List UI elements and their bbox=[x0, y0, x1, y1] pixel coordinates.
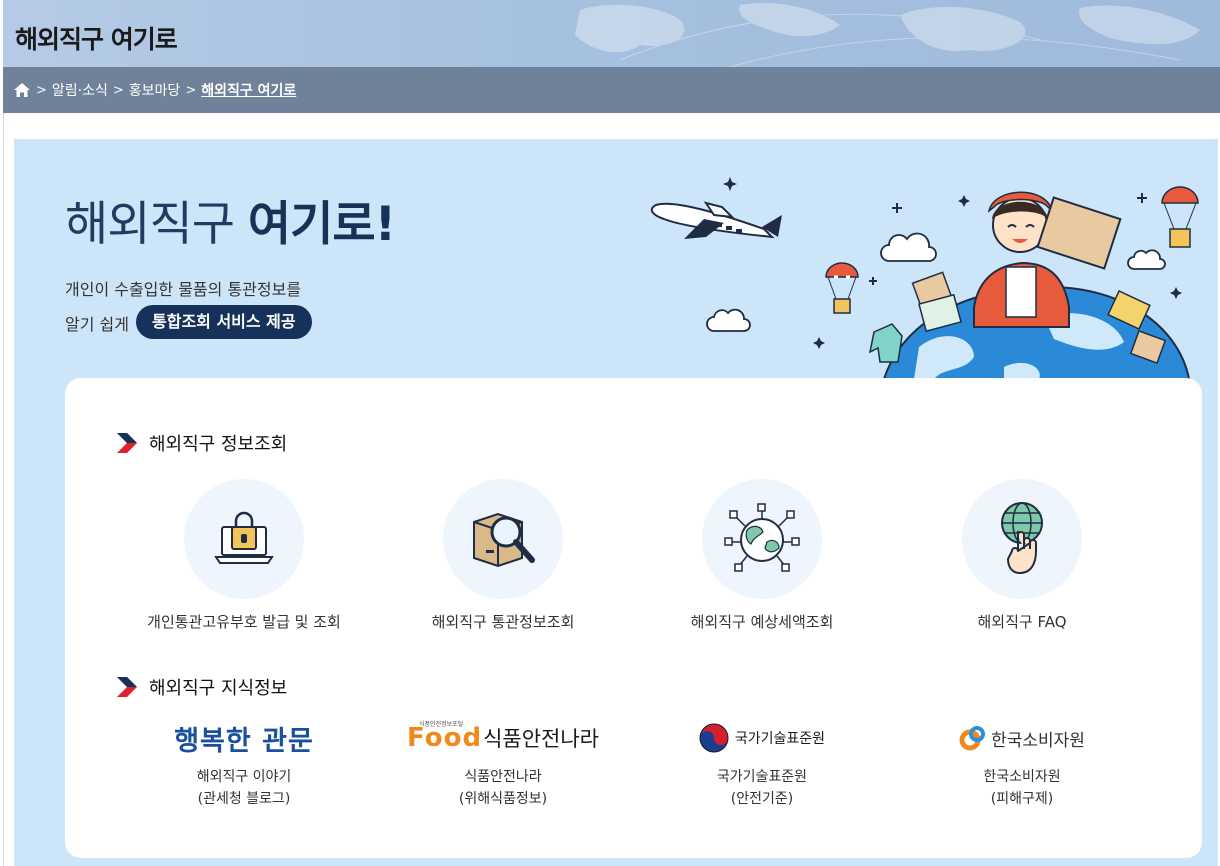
knowledge-label-line1: 해외직구 이야기 bbox=[196, 769, 292, 785]
knowledge-label[interactable]: 해외직구 이야기 (관세청 블로그) bbox=[129, 766, 359, 810]
airplane-icon bbox=[650, 201, 782, 239]
hero-title-main: 해외직구 bbox=[65, 197, 235, 252]
knowledge-label[interactable]: 한국소비자원 (피해구제) bbox=[907, 766, 1137, 810]
service-item-faq[interactable]: 해외직구 FAQ bbox=[907, 479, 1137, 632]
knowledge-label-line2: (안전기준) bbox=[730, 791, 794, 807]
breadcrumb-item-promotion[interactable]: 홍보마당 bbox=[129, 80, 181, 100]
service-label[interactable]: 해외직구 예상세액조회 bbox=[647, 611, 877, 632]
knowledge-label-line1: 한국소비자원 bbox=[983, 769, 1061, 785]
food-safety-logo[interactable]: 식품안전정보포털 Food 식품안전나라 bbox=[388, 720, 618, 756]
knowledge-label-line2: (관세청 블로그) bbox=[197, 791, 291, 807]
knowledge-label-line2: (피해구제) bbox=[990, 791, 1054, 807]
hero-title: 해외직구 여기로! bbox=[65, 185, 396, 254]
section-title-info-lookup: 해외직구 정보조회 bbox=[149, 434, 288, 455]
logo-text: 행복한 관문 bbox=[174, 725, 314, 757]
service-card: 해외직구 정보조회 개인통관고유부호 발급 및 조회 해외직구 통관정보조회 해… bbox=[65, 378, 1202, 858]
section-header-knowledge: 해외직구 지식정보 bbox=[115, 674, 287, 700]
knowledge-label[interactable]: 국가기술표준원 (안전기준) bbox=[647, 766, 877, 810]
service-icon-circle[interactable] bbox=[184, 479, 304, 599]
service-item-customs-info[interactable]: 해외직구 통관정보조회 bbox=[388, 479, 618, 632]
hero-title-bold: 여기로! bbox=[247, 197, 396, 252]
parachute-icon bbox=[825, 262, 859, 314]
breadcrumb-item-news[interactable]: 알림·소식 bbox=[52, 80, 108, 100]
double-chevron-icon bbox=[117, 433, 137, 453]
knowledge-label-line2: (위해식품정보) bbox=[458, 791, 548, 807]
page: 해외직구 여기로 > 알림·소식 > 홍보마당 > 해외직구 여기로 해외직구 … bbox=[0, 0, 1220, 866]
taegeuk-icon bbox=[699, 723, 729, 753]
logo-small-text: 식품안전정보포털 bbox=[419, 721, 464, 728]
knowledge-item-kca[interactable]: 한국소비자원 한국소비자원 (피해구제) bbox=[907, 720, 1137, 810]
kca-logo[interactable]: 한국소비자원 bbox=[907, 720, 1137, 756]
service-icon-circle[interactable] bbox=[443, 479, 563, 599]
service-label[interactable]: 해외직구 FAQ bbox=[907, 611, 1137, 632]
home-icon[interactable] bbox=[13, 82, 31, 98]
double-chevron-icon bbox=[117, 677, 137, 697]
logo-text: 국가기술표준원 bbox=[734, 731, 826, 747]
service-label[interactable]: 해외직구 통관정보조회 bbox=[388, 611, 618, 632]
knowledge-label-line1: 국가기술표준원 bbox=[716, 769, 808, 785]
breadcrumb-separator: > bbox=[112, 82, 124, 98]
hero-description-line2: 알기 쉽게 bbox=[65, 315, 129, 334]
service-item-customs-code[interactable]: 개인통관고유부호 발급 및 조회 bbox=[129, 479, 359, 632]
knowledge-item-food-safety[interactable]: 식품안전정보포털 Food 식품안전나라 식품안전나라 (위해식품정보) bbox=[388, 720, 618, 810]
breadcrumb-item-current[interactable]: 해외직구 여기로 bbox=[201, 80, 296, 100]
knowledge-label[interactable]: 식품안전나라 (위해식품정보) bbox=[388, 766, 618, 810]
logo-text: 식품안전나라 bbox=[483, 727, 599, 751]
laptop-lock-icon bbox=[214, 511, 274, 564]
breadcrumb-bar: > 알림·소식 > 홍보마당 > 해외직구 여기로 bbox=[3, 67, 1220, 113]
logo-text: 한국소비자원 bbox=[991, 730, 1085, 751]
title-bar: 해외직구 여기로 bbox=[3, 0, 1220, 67]
breadcrumb-separator: > bbox=[185, 82, 197, 98]
service-icon-circle[interactable] bbox=[702, 479, 822, 599]
globe-hand-icon bbox=[1001, 502, 1043, 574]
box-magnifier-icon bbox=[473, 512, 535, 568]
knowledge-label-line1: 식품안전나라 bbox=[464, 769, 542, 785]
hero-illustration bbox=[650, 177, 1199, 379]
knowledge-item-kats[interactable]: 국가기술표준원 국가기술표준원 (안전기준) bbox=[647, 720, 877, 810]
kats-logo[interactable]: 국가기술표준원 bbox=[647, 720, 877, 756]
parachute-icon bbox=[1161, 186, 1199, 248]
service-label[interactable]: 개인통관고유부호 발급 및 조회 bbox=[129, 611, 359, 632]
happy-gateway-logo[interactable]: 행복한 관문 bbox=[129, 720, 359, 757]
section-title-knowledge: 해외직구 지식정보 bbox=[149, 678, 288, 699]
service-item-tax-estimate[interactable]: 해외직구 예상세액조회 bbox=[647, 479, 877, 632]
globe-network-icon bbox=[724, 503, 800, 572]
kca-symbol-icon bbox=[959, 726, 986, 751]
hero-description-line1: 개인이 수출입한 물품의 통관정보를 bbox=[65, 280, 302, 299]
world-map-decoration bbox=[575, 2, 1200, 67]
left-border bbox=[3, 113, 4, 866]
breadcrumb-separator: > bbox=[36, 82, 47, 98]
breadcrumb: > 알림·소식 > 홍보마당 > 해외직구 여기로 bbox=[13, 80, 296, 100]
page-title: 해외직구 여기로 bbox=[15, 25, 178, 54]
section-header-info-lookup: 해외직구 정보조회 bbox=[115, 430, 287, 456]
knowledge-item-customs-blog[interactable]: 행복한 관문 해외직구 이야기 (관세청 블로그) bbox=[129, 720, 359, 810]
service-icon-circle[interactable] bbox=[962, 479, 1082, 599]
hero-service-badge: 통합조회 서비스 제공 bbox=[136, 305, 312, 339]
